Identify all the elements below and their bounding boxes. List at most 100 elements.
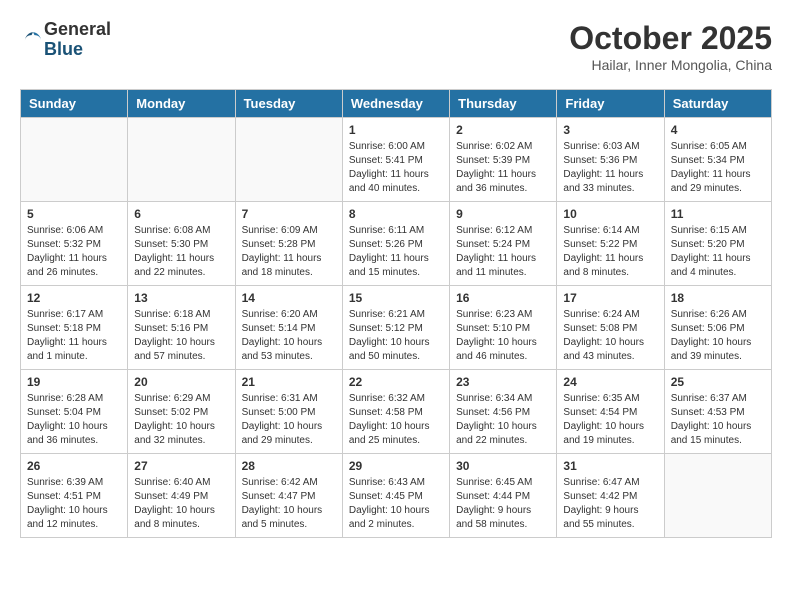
calendar-cell: 9 Sunrise: 6:12 AMSunset: 5:24 PMDaylight… (450, 202, 557, 286)
day-number: 14 (242, 291, 336, 305)
day-number: 13 (134, 291, 228, 305)
day-info: Sunrise: 6:08 AMSunset: 5:30 PMDaylight:… (134, 224, 228, 280)
calendar-cell: 20Sunrise: 6:29 AMSunset: 5:02 PMDayligh… (128, 370, 235, 454)
day-number: 29 (349, 459, 443, 473)
day-number: 25 (671, 375, 765, 389)
day-info: Sunrise: 6:05 AMSunset: 5:34 PMDaylight:… (671, 140, 765, 196)
calendar-cell: 17Sunrise: 6:24 AMSunset: 5:08 PMDayligh… (557, 286, 664, 370)
calendar-cell: 24 Sunrise: 6:35 AMSunset: 4:54 PMDayligh… (557, 370, 664, 454)
calendar-week-row: 12 Sunrise: 6:17 AMSunset: 5:18 PMDayligh… (21, 286, 772, 370)
day-number: 9 (456, 207, 550, 221)
calendar-cell: 11 Sunrise: 6:15 AMSunset: 5:20 PMDayligh… (664, 202, 771, 286)
calendar-cell: 12 Sunrise: 6:17 AMSunset: 5:18 PMDayligh… (21, 286, 128, 370)
calendar-cell: 5Sunrise: 6:06 AMSunset: 5:32 PMDaylight… (21, 202, 128, 286)
calendar-cell: 30Sunrise: 6:45 AMSunset: 4:44 PMDayligh… (450, 454, 557, 538)
column-header-monday: Monday (128, 90, 235, 118)
calendar-cell: 3 Sunrise: 6:03 AMSunset: 5:36 PMDaylight… (557, 118, 664, 202)
day-info: Sunrise: 6:17 AMSunset: 5:18 PMDaylight:… (27, 308, 121, 364)
day-info: Sunrise: 6:40 AMSunset: 4:49 PMDaylight:… (134, 476, 228, 532)
day-info: Sunrise: 6:00 AMSunset: 5:41 PMDaylight:… (349, 140, 443, 196)
day-info: Sunrise: 6:26 AMSunset: 5:06 PMDaylight:… (671, 308, 765, 364)
day-info: Sunrise: 6:35 AMSunset: 4:54 PMDaylight:… (563, 392, 657, 448)
day-info: Sunrise: 6:34 AMSunset: 4:56 PMDaylight:… (456, 392, 550, 448)
calendar-cell (235, 118, 342, 202)
day-info: Sunrise: 6:32 AMSunset: 4:58 PMDaylight:… (349, 392, 443, 448)
calendar-cell: 27Sunrise: 6:40 AMSunset: 4:49 PMDayligh… (128, 454, 235, 538)
calendar-week-row: 1 Sunrise: 6:00 AMSunset: 5:41 PMDaylight… (21, 118, 772, 202)
column-header-sunday: Sunday (21, 90, 128, 118)
day-info: Sunrise: 6:09 AMSunset: 5:28 PMDaylight:… (242, 224, 336, 280)
day-info: Sunrise: 6:28 AMSunset: 5:04 PMDaylight:… (27, 392, 121, 448)
day-number: 20 (134, 375, 228, 389)
day-info: Sunrise: 6:03 AMSunset: 5:36 PMDaylight:… (563, 140, 657, 196)
day-number: 1 (349, 123, 443, 137)
title-area: October 2025 Hailar, Inner Mongolia, Chi… (569, 20, 772, 73)
day-number: 26 (27, 459, 121, 473)
day-number: 21 (242, 375, 336, 389)
logo: General Blue (20, 20, 111, 60)
day-number: 6 (134, 207, 228, 221)
calendar-cell: 4 Sunrise: 6:05 AMSunset: 5:34 PMDaylight… (664, 118, 771, 202)
calendar-table: SundayMondayTuesdayWednesdayThursdayFrid… (20, 89, 772, 538)
calendar-cell: 29 Sunrise: 6:43 AMSunset: 4:45 PMDayligh… (342, 454, 449, 538)
day-number: 30 (456, 459, 550, 473)
month-title: October 2025 (569, 20, 772, 57)
location-subtitle: Hailar, Inner Mongolia, China (569, 57, 772, 73)
day-number: 2 (456, 123, 550, 137)
day-info: Sunrise: 6:18 AMSunset: 5:16 PMDaylight:… (134, 308, 228, 364)
day-number: 12 (27, 291, 121, 305)
day-info: Sunrise: 6:21 AMSunset: 5:12 PMDaylight:… (349, 308, 443, 364)
calendar-header-row: SundayMondayTuesdayWednesdayThursdayFrid… (21, 90, 772, 118)
column-header-friday: Friday (557, 90, 664, 118)
calendar-week-row: 5Sunrise: 6:06 AMSunset: 5:32 PMDaylight… (21, 202, 772, 286)
calendar-cell (21, 118, 128, 202)
day-info: Sunrise: 6:15 AMSunset: 5:20 PMDaylight:… (671, 224, 765, 280)
day-number: 23 (456, 375, 550, 389)
day-info: Sunrise: 6:42 AMSunset: 4:47 PMDaylight:… (242, 476, 336, 532)
calendar-cell: 18 Sunrise: 6:26 AMSunset: 5:06 PMDayligh… (664, 286, 771, 370)
day-number: 24 (563, 375, 657, 389)
calendar-week-row: 19 Sunrise: 6:28 AMSunset: 5:04 PMDayligh… (21, 370, 772, 454)
logo-blue: Blue (44, 40, 111, 60)
day-number: 19 (27, 375, 121, 389)
day-info: Sunrise: 6:20 AMSunset: 5:14 PMDaylight:… (242, 308, 336, 364)
day-number: 10 (563, 207, 657, 221)
day-number: 22 (349, 375, 443, 389)
day-number: 11 (671, 207, 765, 221)
logo-icon (22, 30, 44, 52)
calendar-cell: 19 Sunrise: 6:28 AMSunset: 5:04 PMDayligh… (21, 370, 128, 454)
calendar-cell: 23 Sunrise: 6:34 AMSunset: 4:56 PMDayligh… (450, 370, 557, 454)
calendar-cell: 1 Sunrise: 6:00 AMSunset: 5:41 PMDaylight… (342, 118, 449, 202)
calendar-cell: 22 Sunrise: 6:32 AMSunset: 4:58 PMDayligh… (342, 370, 449, 454)
calendar-week-row: 26 Sunrise: 6:39 AMSunset: 4:51 PMDayligh… (21, 454, 772, 538)
day-info: Sunrise: 6:14 AMSunset: 5:22 PMDaylight:… (563, 224, 657, 280)
day-info: Sunrise: 6:31 AMSunset: 5:00 PMDaylight:… (242, 392, 336, 448)
column-header-wednesday: Wednesday (342, 90, 449, 118)
day-info: Sunrise: 6:47 AMSunset: 4:42 PMDaylight:… (563, 476, 657, 532)
logo-general: General (44, 20, 111, 40)
calendar-cell: 21 Sunrise: 6:31 AMSunset: 5:00 PMDayligh… (235, 370, 342, 454)
day-number: 4 (671, 123, 765, 137)
day-number: 7 (242, 207, 336, 221)
calendar-cell: 6 Sunrise: 6:08 AMSunset: 5:30 PMDaylight… (128, 202, 235, 286)
day-number: 3 (563, 123, 657, 137)
calendar-cell: 2 Sunrise: 6:02 AMSunset: 5:39 PMDaylight… (450, 118, 557, 202)
day-info: Sunrise: 6:12 AMSunset: 5:24 PMDaylight:… (456, 224, 550, 280)
column-header-saturday: Saturday (664, 90, 771, 118)
day-info: Sunrise: 6:43 AMSunset: 4:45 PMDaylight:… (349, 476, 443, 532)
calendar-cell: 26 Sunrise: 6:39 AMSunset: 4:51 PMDayligh… (21, 454, 128, 538)
calendar-cell: 28 Sunrise: 6:42 AMSunset: 4:47 PMDayligh… (235, 454, 342, 538)
day-number: 28 (242, 459, 336, 473)
day-info: Sunrise: 6:39 AMSunset: 4:51 PMDaylight:… (27, 476, 121, 532)
day-info: Sunrise: 6:11 AMSunset: 5:26 PMDaylight:… (349, 224, 443, 280)
day-number: 5 (27, 207, 121, 221)
calendar-cell: 15Sunrise: 6:21 AMSunset: 5:12 PMDayligh… (342, 286, 449, 370)
day-number: 16 (456, 291, 550, 305)
day-number: 8 (349, 207, 443, 221)
calendar-cell: 31Sunrise: 6:47 AMSunset: 4:42 PMDayligh… (557, 454, 664, 538)
calendar-cell (664, 454, 771, 538)
day-number: 18 (671, 291, 765, 305)
day-number: 17 (563, 291, 657, 305)
day-info: Sunrise: 6:02 AMSunset: 5:39 PMDaylight:… (456, 140, 550, 196)
header: General Blue October 2025 Hailar, Inner … (20, 20, 772, 73)
